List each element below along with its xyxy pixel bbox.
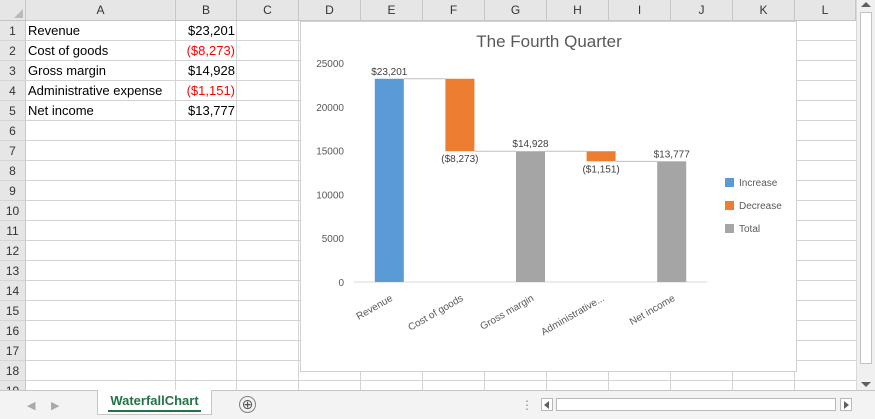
vertical-scrollbar[interactable]	[856, 0, 875, 390]
scroll-up-icon[interactable]	[861, 2, 871, 7]
column-header-c[interactable]: C	[237, 0, 299, 21]
row-header-3[interactable]: 3	[0, 61, 26, 81]
y-tick-label: 20000	[316, 103, 344, 114]
scroll-left-button[interactable]	[541, 398, 553, 411]
row-header-5[interactable]: 5	[0, 101, 26, 121]
next-sheet-icon[interactable]: ▶	[51, 399, 59, 412]
row-header-7[interactable]: 7	[0, 141, 26, 161]
scroll-down-icon[interactable]	[861, 382, 871, 387]
bar-data-label: ($8,273)	[441, 154, 478, 165]
row-header-10[interactable]: 10	[0, 201, 26, 221]
row-header-12[interactable]: 12	[0, 241, 26, 261]
column-header-j[interactable]: J	[671, 0, 733, 21]
category-label: Cost of goods	[406, 293, 465, 333]
legend-label: Increase	[739, 178, 778, 189]
cell-b4[interactable]: ($1,151)	[177, 81, 235, 101]
y-tick-label: 10000	[316, 190, 344, 201]
legend-label: Total	[739, 224, 760, 235]
plus-circle-icon: ⊕	[241, 396, 254, 412]
legend-swatch	[725, 201, 734, 210]
previous-sheet-icon[interactable]: ◀	[27, 399, 35, 412]
row-header-16[interactable]: 16	[0, 321, 26, 341]
cell-b5[interactable]: $13,777	[177, 101, 235, 121]
cell-b3[interactable]: $14,928	[177, 61, 235, 81]
y-tick-label: 0	[338, 278, 344, 289]
waterfall-bar	[374, 78, 404, 282]
row-header-2[interactable]: 2	[0, 41, 26, 61]
bar-data-label: $14,928	[512, 139, 549, 150]
row-header-11[interactable]: 11	[0, 221, 26, 241]
sheet-tab-waterfallchart[interactable]: WaterfallChart	[97, 390, 212, 415]
select-all-triangle-icon	[14, 9, 23, 18]
cell-b2[interactable]: ($8,273)	[177, 41, 235, 61]
row-header-18[interactable]: 18	[0, 361, 26, 381]
active-tab-underline	[108, 410, 201, 412]
category-label: Net income	[628, 293, 678, 328]
cell-a1[interactable]: Revenue	[28, 21, 176, 41]
vertical-scroll-thumb[interactable]	[860, 12, 872, 364]
horizontal-scroll-thumb[interactable]	[556, 398, 836, 411]
cell-a5[interactable]: Net income	[28, 101, 176, 121]
add-sheet-button[interactable]: ⊕	[239, 396, 256, 413]
row-header-17[interactable]: 17	[0, 341, 26, 361]
select-all-corner[interactable]	[0, 0, 26, 21]
column-header-f[interactable]: F	[423, 0, 485, 21]
waterfall-bar	[586, 151, 616, 162]
bar-data-label: $23,201	[371, 67, 408, 78]
column-header-i[interactable]: I	[609, 0, 671, 21]
legend-swatch	[725, 224, 734, 233]
column-header-a[interactable]: A	[26, 0, 176, 21]
row-header-8[interactable]: 8	[0, 161, 26, 181]
cell-a4[interactable]: Administrative expense	[28, 81, 176, 101]
cell-a2[interactable]: Cost of goods	[28, 41, 176, 61]
column-header-d[interactable]: D	[299, 0, 361, 21]
sheet-tab-bar: ◀ ▶ WaterfallChart ⊕ ⋮	[0, 390, 875, 419]
sheet-tab-label: WaterfallChart	[110, 393, 199, 408]
legend-label: Decrease	[739, 201, 782, 212]
column-gridline	[236, 21, 237, 390]
category-label: Administrative...	[539, 293, 606, 338]
waterfall-bar	[657, 161, 687, 282]
scroll-right-button[interactable]	[840, 398, 852, 411]
category-label: Gross margin	[479, 293, 536, 333]
chart-canvas: The Fourth Quarter 0 5000 10000 15000 20000 2…	[316, 32, 782, 338]
waterfall-bar	[445, 78, 475, 152]
row-header-14[interactable]: 14	[0, 281, 26, 301]
row-header-13[interactable]: 13	[0, 261, 26, 281]
bar-data-label: ($1,151)	[582, 164, 619, 175]
y-tick-label: 15000	[316, 147, 344, 158]
tab-split-handle-icon[interactable]: ⋮	[521, 398, 533, 412]
cell-b1[interactable]: $23,201	[177, 21, 235, 41]
bar-data-label: $13,777	[654, 149, 691, 160]
chart-title: The Fourth Quarter	[476, 32, 622, 51]
column-gridline	[298, 21, 299, 390]
worksheet-grid[interactable]: ABCDEFGHIJKL 1 2 3 4 5 6 7 8 9 10 11 12 13 14 15 16 17 18…	[0, 0, 856, 390]
column-header-l[interactable]: L	[795, 0, 856, 21]
waterfall-chart[interactable]: The Fourth Quarter 0 5000 10000 15000 20000 2…	[300, 21, 797, 372]
column-header-k[interactable]: K	[733, 0, 795, 21]
waterfall-bar	[516, 151, 545, 282]
row-header-9[interactable]: 9	[0, 181, 26, 201]
row-header-4[interactable]: 4	[0, 81, 26, 101]
column-header-g[interactable]: G	[485, 0, 547, 21]
category-label: Revenue	[355, 293, 396, 323]
row-header-1[interactable]: 1	[0, 21, 26, 41]
column-header-e[interactable]: E	[361, 0, 423, 21]
column-header-h[interactable]: H	[547, 0, 609, 21]
cell-a3[interactable]: Gross margin	[28, 61, 176, 81]
legend-swatch	[725, 178, 734, 187]
column-header-b[interactable]: B	[176, 0, 237, 21]
y-tick-label: 25000	[316, 59, 344, 70]
row-header-6[interactable]: 6	[0, 121, 26, 141]
row-header-15[interactable]: 15	[0, 301, 26, 321]
y-tick-label: 5000	[322, 234, 345, 245]
row-header-19[interactable]: 19	[0, 381, 26, 390]
